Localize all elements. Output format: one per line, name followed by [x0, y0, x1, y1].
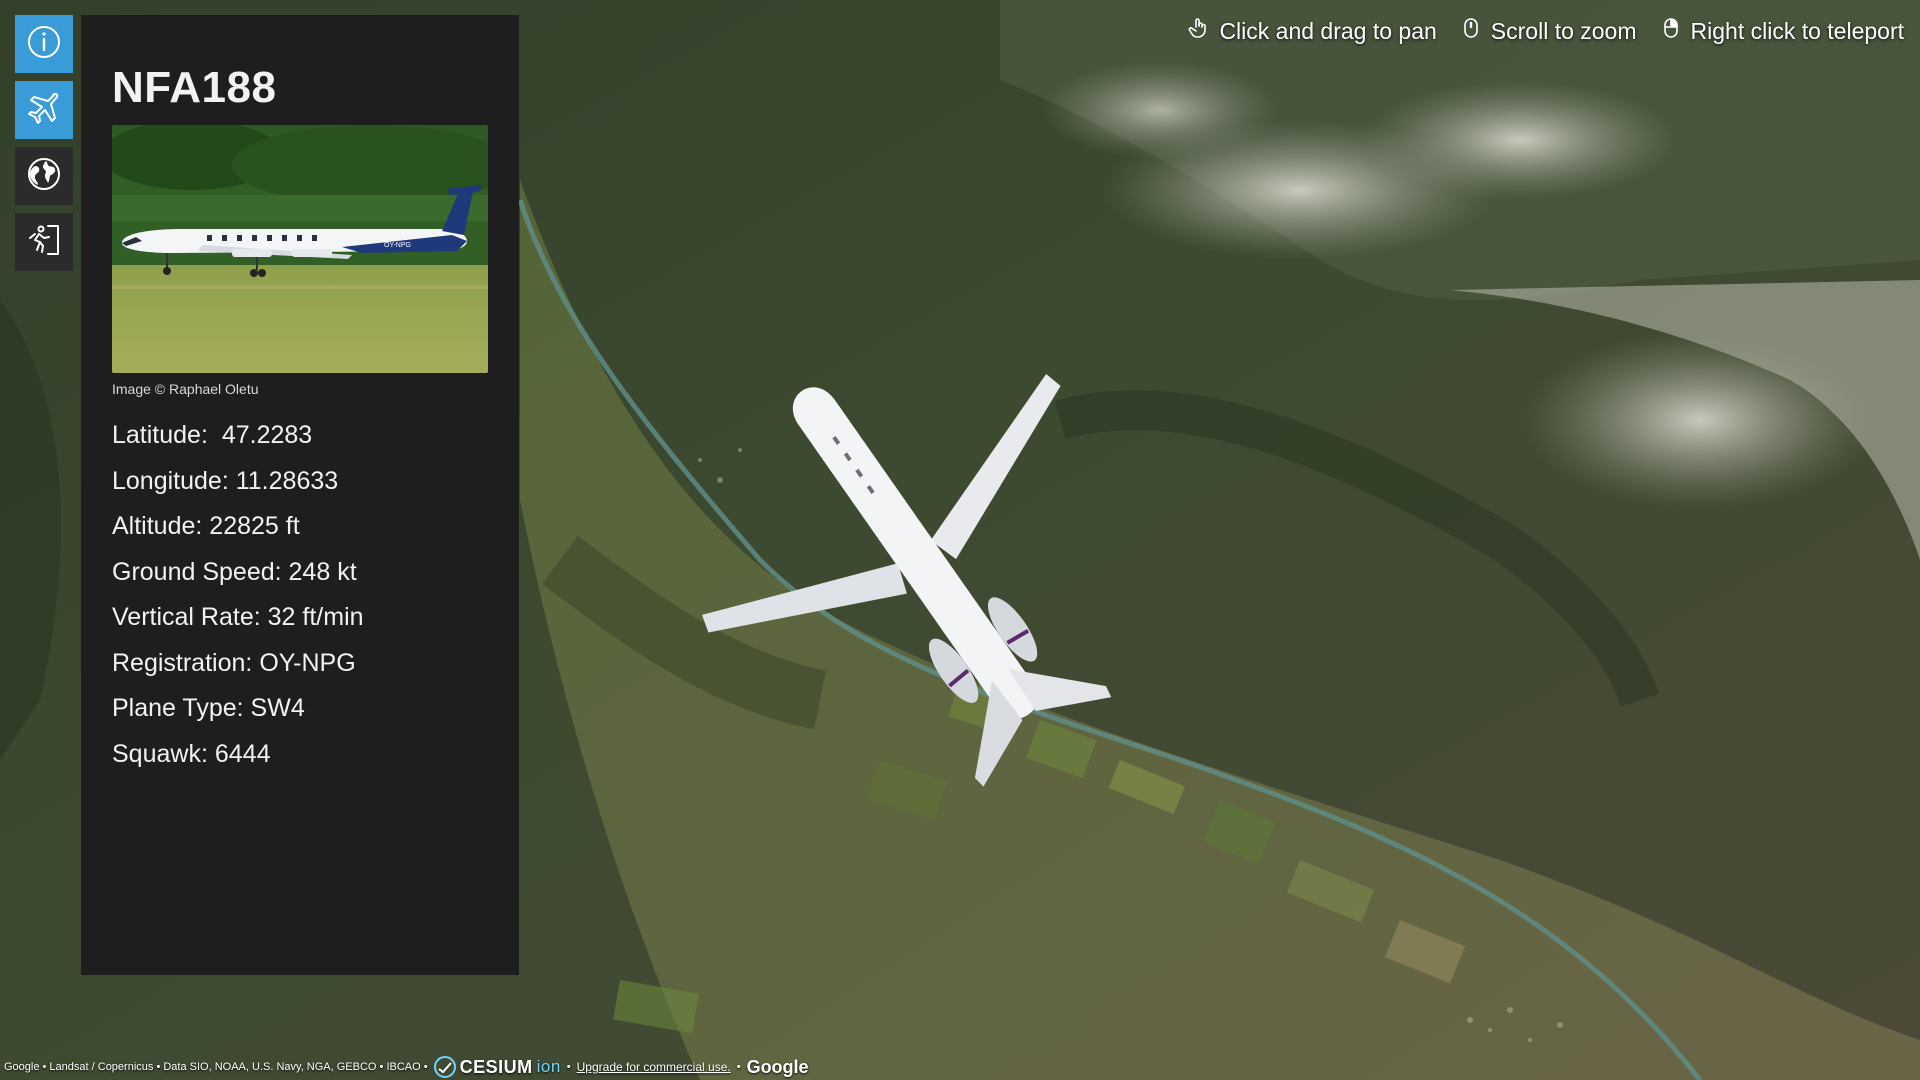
exit-icon — [24, 220, 64, 265]
mouse-right-click-icon — [1659, 16, 1683, 46]
hint-zoom: Scroll to zoom — [1459, 16, 1637, 46]
data-sources: Google • Landsat / Copernicus • Data SIO… — [4, 1061, 428, 1073]
aircraft-photo: OY-NPG — [112, 125, 488, 373]
plane-icon — [24, 88, 64, 133]
flight-callsign: NFA188 — [112, 63, 277, 112]
info-icon — [24, 22, 64, 67]
svg-text:OY-NPG: OY-NPG — [384, 242, 411, 249]
upgrade-link[interactable]: Upgrade for commercial use. — [577, 1060, 731, 1074]
flight-fields: Latitude 47.2283 Longitude11.28633 Altit… — [112, 413, 488, 777]
side-toolbar — [15, 15, 73, 271]
field-plane-type: Plane TypeSW4 — [112, 686, 488, 732]
map-attribution: Google • Landsat / Copernicus • Data SIO… — [4, 1056, 809, 1078]
flight-info-panel: NFA188 OY-NPG Image © Raphael Oletu Lati… — [81, 15, 519, 975]
info-button[interactable] — [15, 15, 73, 73]
hint-zoom-text: Scroll to zoom — [1490, 17, 1637, 44]
globe-button[interactable] — [15, 147, 73, 205]
field-squawk: Squawk6444 — [112, 732, 488, 778]
field-ground-speed: Ground Speed248 kt — [112, 550, 488, 596]
hint-pan-text: Click and drag to pan — [1219, 17, 1437, 44]
exit-button[interactable] — [15, 213, 73, 271]
google-logo: Google — [746, 1056, 809, 1077]
follow-plane-button[interactable] — [15, 81, 73, 139]
photo-credit: Image © Raphael Oletu — [112, 381, 259, 397]
field-longitude: Longitude11.28633 — [112, 459, 488, 505]
field-latitude: Latitude 47.2283 — [112, 413, 488, 459]
control-hints: Click and drag to pan Scroll to zoom Rig… — [1187, 16, 1904, 46]
hint-teleport-text: Right click to teleport — [1690, 17, 1904, 44]
cesium-logo[interactable]: CESIUM ion — [433, 1056, 561, 1078]
cesium-icon — [433, 1056, 456, 1078]
field-registration: RegistrationOY-NPG — [112, 641, 488, 687]
field-altitude: Altitude22825 ft — [112, 504, 488, 550]
mouse-scroll-icon — [1459, 16, 1483, 46]
globe-icon — [24, 154, 64, 199]
hint-teleport: Right click to teleport — [1659, 16, 1904, 46]
hint-pan: Click and drag to pan — [1187, 16, 1437, 46]
field-vertical-rate: Vertical Rate32 ft/min — [112, 595, 488, 641]
hand-pointer-icon — [1187, 16, 1211, 46]
